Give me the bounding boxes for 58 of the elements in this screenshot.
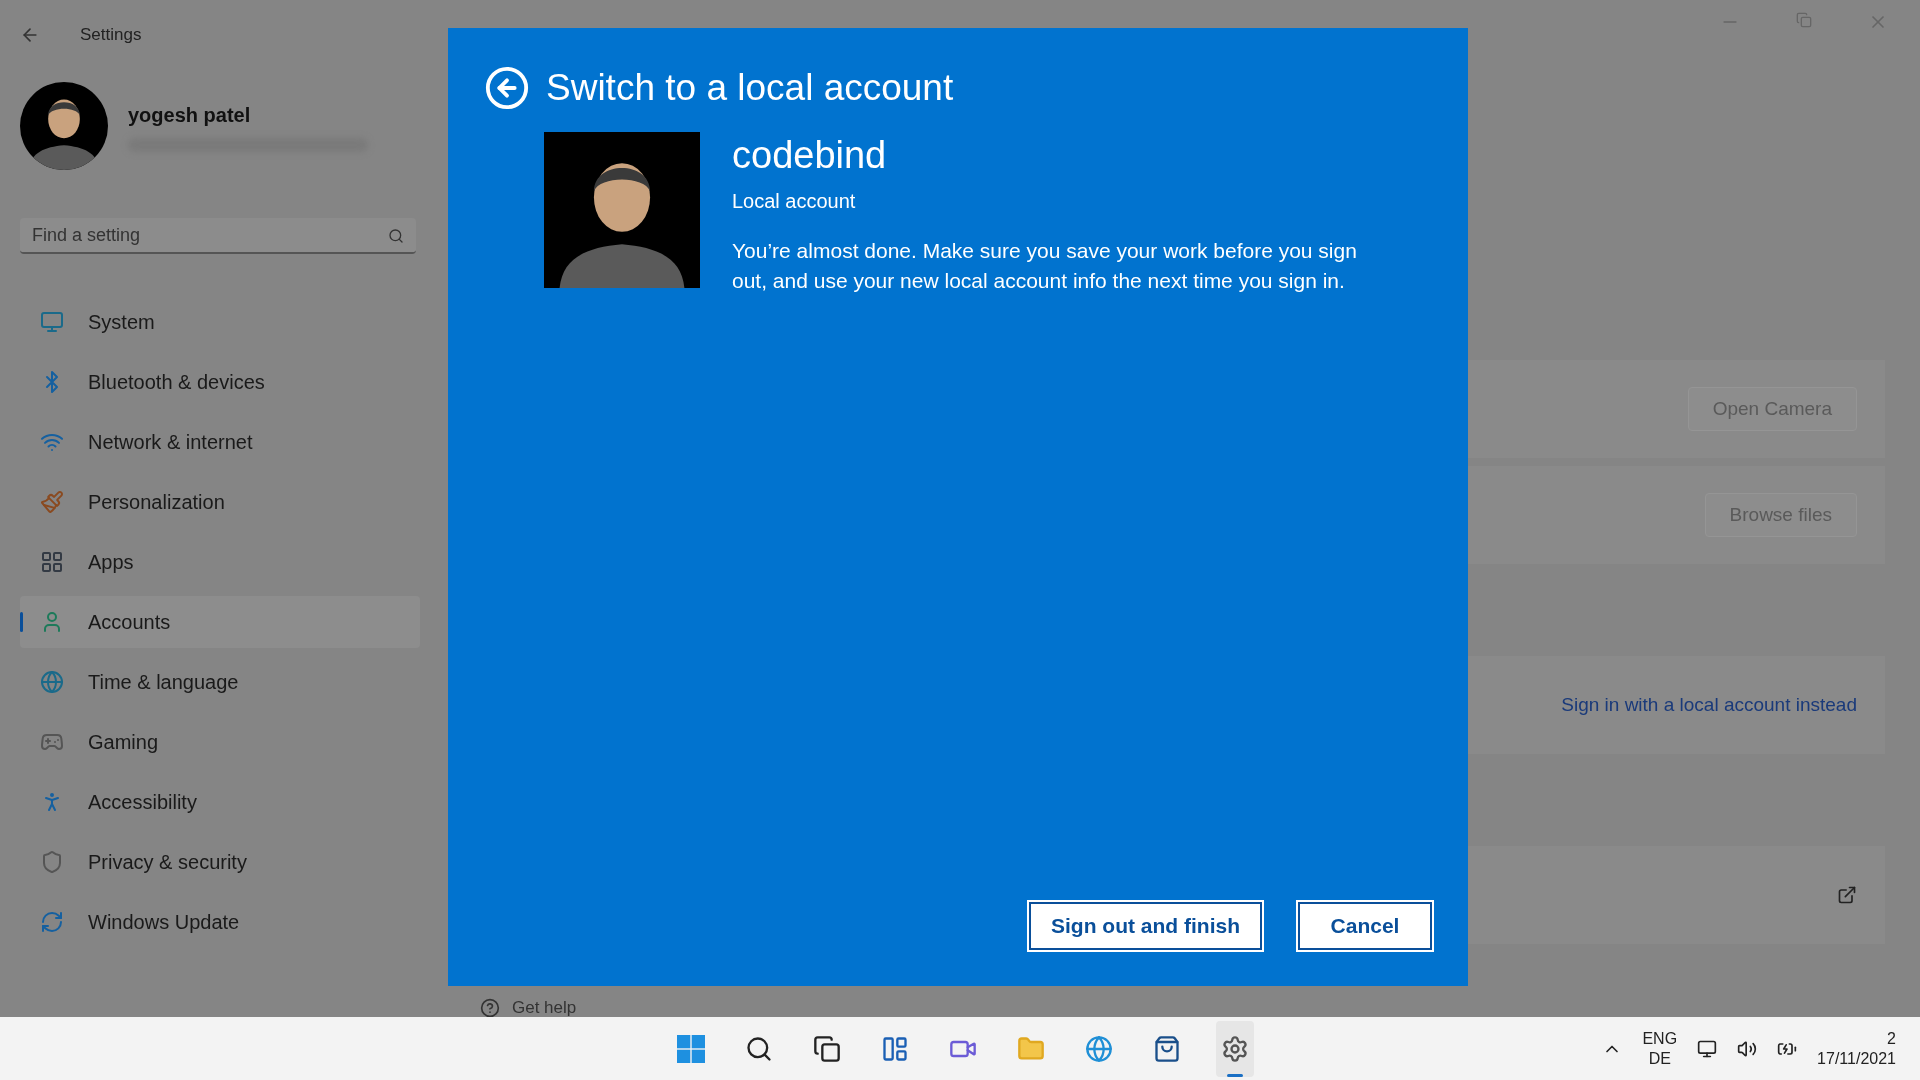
nav-item[interactable]: System	[20, 296, 420, 348]
search-icon	[388, 228, 404, 244]
shield-icon	[40, 850, 64, 874]
nav-label: Time & language	[88, 670, 239, 695]
nav-item[interactable]: Gaming	[20, 716, 420, 768]
nav-label: Accounts	[88, 610, 171, 635]
store-bag-icon[interactable]	[1153, 1034, 1181, 1063]
account-name: codebind	[732, 135, 888, 174]
nav-label: Windows Update	[88, 910, 240, 935]
account-type: Local account	[732, 188, 857, 214]
clock-time[interactable]: 2	[1887, 1028, 1896, 1049]
dialog-button[interactable]: Sign out and finish	[1029, 902, 1262, 950]
clock-date[interactable]: 17/11/2021	[1817, 1048, 1896, 1069]
active-app-indicator	[1227, 1073, 1243, 1077]
nav-label: Accessibility	[88, 790, 197, 815]
dialog-title: Switch to a local account	[546, 66, 954, 110]
windows-logo-icon[interactable]	[677, 1034, 705, 1063]
nav-item[interactable]: Time & language	[20, 656, 420, 708]
window-title: Settings	[80, 24, 142, 47]
nav-item[interactable]: Apps	[20, 536, 420, 588]
monitor-icon	[40, 310, 64, 334]
browser-icon[interactable]	[1085, 1034, 1113, 1063]
nav-label: Bluetooth & devices	[88, 370, 265, 395]
globe-icon	[40, 670, 64, 694]
nav-item[interactable]: Bluetooth & devices	[20, 356, 420, 408]
nav-label: Personalization	[88, 490, 225, 515]
language-indicator[interactable]: DE	[1648, 1048, 1671, 1069]
nav-label: Apps	[88, 550, 134, 575]
apps-grid-icon	[40, 550, 64, 574]
help-icon	[480, 997, 500, 1018]
nav-item[interactable]: Network & internet	[20, 416, 420, 468]
brush-icon	[40, 490, 64, 514]
dialog-button[interactable]: Cancel	[1298, 902, 1432, 950]
widgets-icon[interactable]	[881, 1034, 909, 1063]
nav-item[interactable]: Accessibility	[20, 776, 420, 828]
refresh-icon	[40, 910, 64, 934]
local-account-link[interactable]: Sign in with a local account instead	[1561, 690, 1857, 720]
search-icon[interactable]	[745, 1034, 773, 1063]
nav-label: Network & internet	[88, 430, 253, 455]
search-field[interactable]: Find a setting	[20, 218, 416, 254]
get-help-link[interactable]: Get help	[512, 995, 577, 1021]
gear-icon[interactable]	[1221, 1034, 1249, 1063]
nav-label: Gaming	[88, 730, 159, 755]
selection-indicator	[20, 612, 23, 632]
nav-label: Privacy & security	[88, 850, 247, 875]
network-icon[interactable]	[1697, 1038, 1718, 1059]
profile-name: yogesh patel	[128, 103, 252, 128]
nav-item[interactable]: Accounts	[20, 596, 420, 648]
nav-item[interactable]: Privacy & security	[20, 836, 420, 888]
external-link-icon[interactable]	[1837, 885, 1857, 905]
task-view-icon[interactable]	[813, 1034, 841, 1063]
nav-item[interactable]: Personalization	[20, 476, 420, 528]
language-indicator[interactable]: ENG	[1642, 1028, 1678, 1049]
back-circle-icon[interactable]	[484, 64, 530, 111]
nav-label: System	[88, 310, 155, 335]
volume-icon[interactable]	[1737, 1038, 1758, 1059]
nav-item[interactable]: Windows Update	[20, 896, 420, 948]
dialog-message: You’re almost done. Make sure you save your work before you sign out, and use your new local account info the next time you sign in.	[732, 237, 1358, 294]
